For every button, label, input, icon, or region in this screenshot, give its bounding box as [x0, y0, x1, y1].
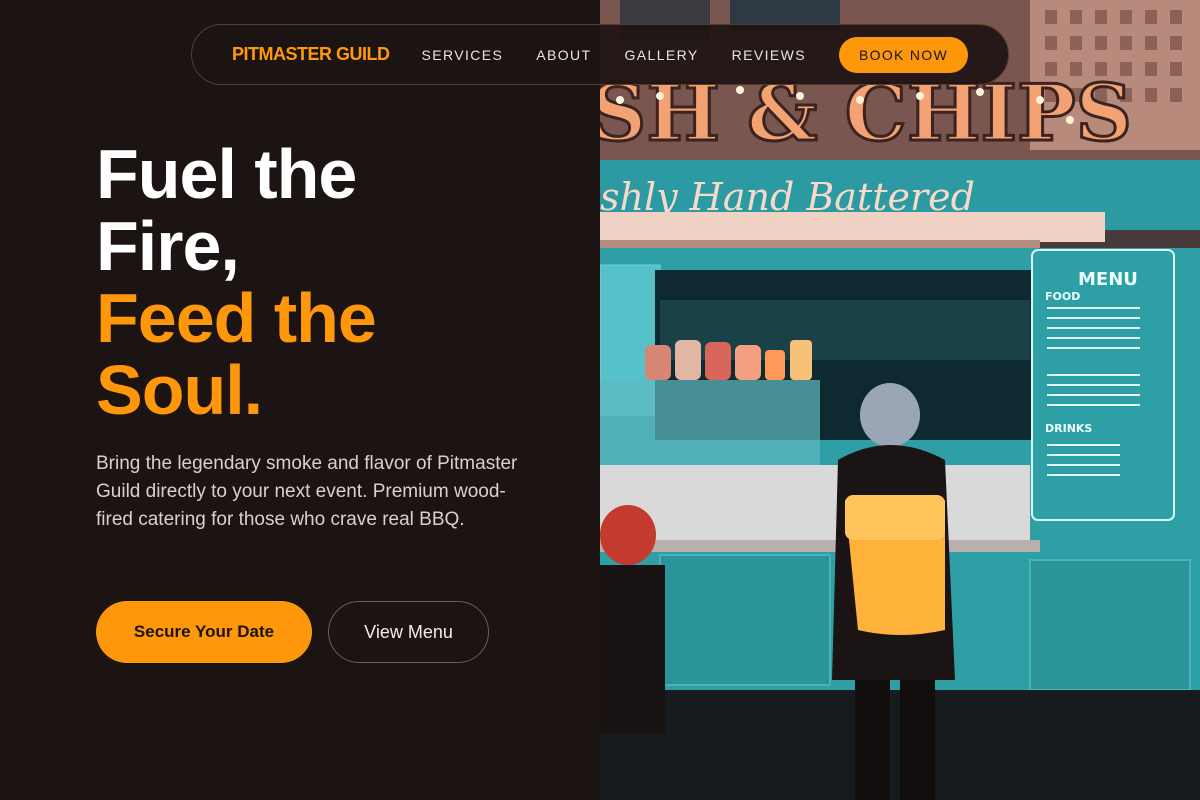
menu-food: FOOD — [1045, 290, 1080, 303]
book-now-button[interactable]: BOOK NOW — [839, 36, 968, 73]
food-truck-illustration: SH & CHIPS shly Hand Battered MENU FOOD … — [600, 0, 1200, 800]
nav-link-services[interactable]: SERVICES — [422, 47, 504, 63]
top-nav: PITMASTER GUILD SERVICES ABOUT GALLERY R… — [191, 24, 1009, 85]
menu-drinks: DRINKS — [1045, 422, 1092, 435]
secure-date-button[interactable]: Secure Your Date — [96, 601, 312, 663]
hero-heading-line3: Feed the — [96, 279, 377, 357]
menu-title: MENU — [1078, 269, 1138, 290]
hero-heading-line4: Soul. — [96, 351, 263, 429]
nav-link-about[interactable]: ABOUT — [536, 47, 591, 63]
hero-heading: Fuel the Fire, Feed the Soul. — [96, 138, 576, 426]
nav-link-reviews[interactable]: REVIEWS — [732, 47, 806, 63]
hero-photo: SH & CHIPS shly Hand Battered MENU FOOD … — [600, 0, 1200, 800]
hero-description: Bring the legendary smoke and flavor of … — [96, 453, 518, 530]
hero-heading-line2: Fire, — [96, 207, 240, 285]
nav-link-gallery[interactable]: GALLERY — [624, 47, 698, 63]
view-menu-button[interactable]: View Menu — [328, 601, 489, 663]
brand-logo[interactable]: PITMASTER GUILD — [232, 44, 390, 65]
hero-heading-line1: Fuel the — [96, 135, 357, 213]
